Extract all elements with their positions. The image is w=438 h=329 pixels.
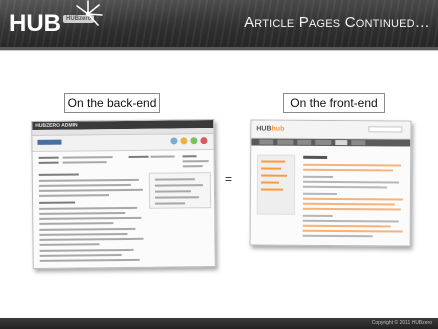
copyright-text: Copyright © 2011 HUBzero [371, 320, 432, 326]
nav-tab [277, 139, 294, 145]
panel-line [155, 202, 186, 205]
article-line [302, 192, 337, 196]
title-divider-light [0, 50, 438, 51]
save-icon [170, 137, 178, 145]
article-line [302, 202, 395, 206]
text-line [39, 211, 126, 215]
form-line [38, 156, 59, 159]
logo-text: HUB [9, 10, 61, 37]
check-icon [190, 137, 198, 145]
slide-footer: Copyright © 2011 HUBzero [0, 318, 438, 329]
article-line [302, 185, 387, 189]
site-sidebar [256, 154, 296, 215]
panel-line [154, 190, 191, 193]
spark-icon [76, 0, 103, 26]
sidebar-item [261, 167, 282, 170]
form-line [38, 161, 59, 164]
form-line [182, 160, 209, 163]
site-search-input [368, 126, 403, 133]
admin-toolbar-icons [170, 137, 208, 145]
form-line [150, 155, 175, 158]
form-line [62, 156, 113, 159]
caption-front-end: On the front-end [283, 93, 385, 113]
article-line [302, 197, 403, 201]
text-line [39, 254, 122, 257]
sidebar-item [260, 188, 283, 191]
form-line [182, 155, 197, 158]
text-line [39, 237, 144, 241]
text-line [39, 248, 134, 252]
slide-title: Article Pages Continued… [244, 14, 430, 31]
nav-tab [259, 139, 274, 145]
text-line [39, 222, 114, 225]
article-line [302, 234, 373, 238]
text-line [38, 183, 131, 187]
text-line [38, 188, 143, 192]
nav-tab [297, 139, 312, 145]
text-line [38, 173, 79, 176]
article-line [302, 224, 391, 228]
sidebar-item [261, 174, 288, 177]
article-line [303, 168, 394, 172]
nav-tab-active [335, 140, 348, 146]
text-line [39, 194, 110, 197]
admin-title: HUBZERO ADMIN [35, 122, 78, 129]
sidebar-item [260, 181, 280, 184]
form-line [182, 165, 203, 168]
article-line [302, 214, 333, 218]
front-end-screenshot: HUBhub [249, 119, 412, 247]
nav-tab [351, 140, 366, 146]
article-line [303, 180, 400, 184]
equals-sign: = [225, 172, 233, 186]
article-line [302, 207, 401, 211]
admin-toolbar-title [37, 139, 62, 145]
text-line [39, 232, 128, 236]
text-line [39, 201, 76, 204]
caption-back-end: On the back-end [64, 93, 160, 113]
site-logo-prefix: HUB [256, 125, 272, 133]
nav-tab [315, 139, 332, 146]
back-end-screenshot: HUBZERO ADMIN [31, 119, 216, 269]
text-line [39, 216, 142, 220]
site-logo: HUBhub [256, 125, 284, 132]
text-line [39, 258, 140, 262]
article-title [303, 155, 328, 159]
apply-icon [180, 137, 188, 145]
form-line [62, 161, 107, 164]
slide-header: HUB HUBzero Article Pages Continued… [0, 0, 438, 47]
article-line [302, 229, 403, 233]
text-line [39, 206, 138, 210]
article-line [303, 163, 402, 167]
cancel-icon [200, 137, 208, 145]
panel-line [154, 178, 195, 181]
site-logo-suffix: hub [271, 125, 285, 133]
form-line [128, 155, 149, 158]
article-line [303, 175, 334, 179]
sidebar-item [261, 160, 286, 163]
text-line [39, 227, 136, 231]
article-line [302, 219, 399, 223]
text-line [38, 178, 139, 182]
text-line [39, 243, 100, 246]
